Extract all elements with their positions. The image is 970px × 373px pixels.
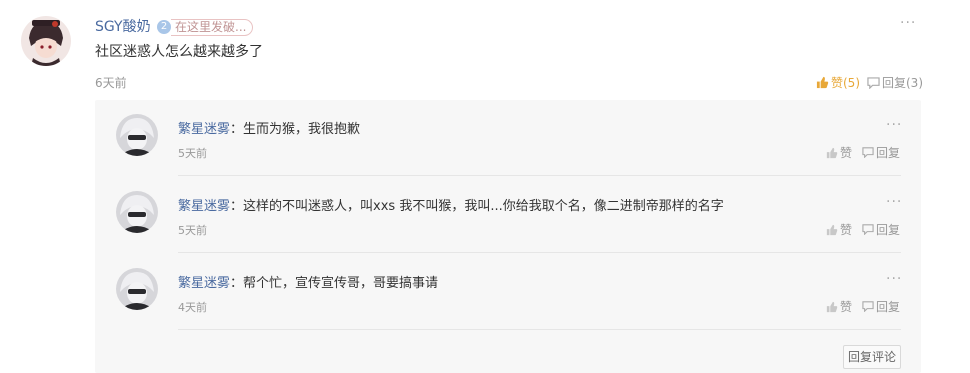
reply-content: 生而为猴，我很抱歉 [243, 122, 361, 137]
like-button[interactable]: 赞 [826, 144, 852, 161]
reply-avatar[interactable] [116, 114, 158, 156]
comment-icon [862, 224, 874, 235]
reply-separator: ： [230, 122, 244, 137]
thumbs-up-icon [826, 301, 838, 312]
reply-label: 回复 [876, 223, 901, 237]
comment-content: 社区迷惑人怎么越来越多了 [95, 44, 263, 60]
level-badge: 2 [157, 20, 171, 34]
reply-avatar[interactable] [116, 268, 158, 310]
thumbs-up-icon [826, 224, 838, 235]
comment-icon [867, 76, 880, 89]
title-badge: 在这里发破... [171, 19, 254, 36]
reply-button[interactable]: 回复(3) [867, 74, 923, 91]
thumbs-up-icon [816, 76, 829, 89]
comment-time: 6天前 [95, 76, 127, 90]
more-options-icon[interactable]: ··· [886, 195, 902, 209]
divider [178, 252, 901, 253]
reply-item: 繁星迷雾：生而为猴，我很抱歉 5天前 ··· 赞 回复 [95, 100, 921, 176]
reply-separator: ： [230, 199, 244, 214]
reply-count: 回复(3) [882, 76, 923, 90]
divider [178, 329, 901, 330]
reply-text: 繁星迷雾：生而为猴，我很抱歉 [178, 118, 360, 137]
reply-username[interactable]: 繁星迷雾 [178, 199, 230, 214]
like-button[interactable]: 赞 [826, 221, 852, 238]
more-options-icon[interactable]: ··· [886, 272, 902, 286]
comment-username[interactable]: SGY酸奶 [95, 16, 151, 36]
reply-list: 繁星迷雾：生而为猴，我很抱歉 5天前 ··· 赞 回复 繁星迷雾：这样的不叫迷惑… [95, 100, 921, 373]
like-button[interactable]: 赞(5) [816, 74, 860, 91]
reply-text: 繁星迷雾：这样的不叫迷惑人，叫xxs 我不叫猴，我叫...你给我取个名，像二进制… [178, 195, 724, 214]
reply-button[interactable]: 回复 [862, 221, 900, 238]
reply-item: 繁星迷雾：这样的不叫迷惑人，叫xxs 我不叫猴，我叫...你给我取个名，像二进制… [95, 177, 921, 253]
reply-item: 繁星迷雾：帮个忙，宣传宣传哥，哥要搞事请 4天前 ··· 赞 回复 [95, 254, 921, 330]
like-label: 赞 [840, 146, 853, 160]
reply-comment-button[interactable]: 回复评论 [843, 345, 901, 369]
reply-label: 回复 [876, 146, 901, 160]
reply-content: 帮个忙，宣传宣传哥，哥要搞事请 [243, 276, 439, 291]
reply-time: 5天前 [178, 147, 207, 160]
reply-time: 5天前 [178, 224, 207, 237]
reply-username[interactable]: 繁星迷雾 [178, 122, 230, 137]
reply-button[interactable]: 回复 [862, 298, 900, 315]
reply-username[interactable]: 繁星迷雾 [178, 276, 230, 291]
more-options-icon[interactable]: ··· [900, 16, 916, 30]
comment-icon [862, 147, 874, 158]
like-label: 赞 [840, 223, 853, 237]
reply-label: 回复 [876, 300, 901, 314]
like-button[interactable]: 赞 [826, 298, 852, 315]
reply-time: 4天前 [178, 301, 207, 314]
more-options-icon[interactable]: ··· [886, 118, 902, 132]
comment-icon [862, 301, 874, 312]
reply-avatar[interactable] [116, 191, 158, 233]
reply-text: 繁星迷雾：帮个忙，宣传宣传哥，哥要搞事请 [178, 272, 438, 291]
thumbs-up-icon [826, 147, 838, 158]
user-avatar[interactable] [21, 16, 71, 66]
reply-content: 这样的不叫迷惑人，叫xxs 我不叫猴，我叫...你给我取个名，像二进制帝那样的名… [243, 199, 724, 214]
divider [178, 175, 901, 176]
reply-separator: ： [230, 276, 244, 291]
like-label: 赞 [840, 300, 853, 314]
reply-button[interactable]: 回复 [862, 144, 900, 161]
like-count: 赞(5) [831, 76, 860, 90]
